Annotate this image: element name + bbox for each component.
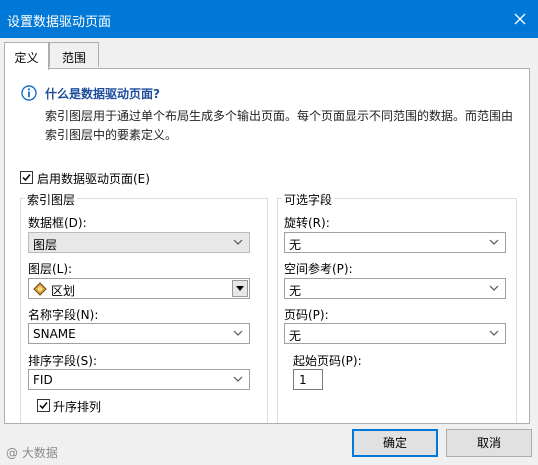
chevron-down-icon xyxy=(489,239,499,245)
name-field-select[interactable]: SNAME xyxy=(28,323,250,344)
ascending-checkbox[interactable] xyxy=(37,399,50,412)
close-button[interactable] xyxy=(502,0,538,38)
tab-label: 范围 xyxy=(61,51,86,65)
data-frame-select[interactable]: 图层 xyxy=(28,232,250,253)
spatial-reference-value: 无 xyxy=(289,284,302,298)
rotation-select[interactable]: 无 xyxy=(284,232,506,253)
spatial-reference-label: 空间参考(P): xyxy=(284,262,353,276)
ascending-label: 升序排列 xyxy=(53,400,102,414)
layer-dropdown-button[interactable] xyxy=(232,280,248,297)
spatial-reference-select[interactable]: 无 xyxy=(284,278,506,299)
data-frame-value: 图层 xyxy=(33,238,58,252)
tab-definition[interactable]: 定义 xyxy=(4,42,49,70)
layer-value: 区划 xyxy=(51,284,76,298)
name-field-label: 名称字段(N): xyxy=(28,308,99,322)
chevron-down-icon xyxy=(489,285,499,291)
info-title: 什么是数据驱动页面? xyxy=(45,87,160,101)
index-layer-group-title: 索引图层 xyxy=(25,191,78,208)
rotation-value: 无 xyxy=(289,238,302,252)
chevron-down-icon xyxy=(233,330,243,336)
page-number-value: 无 xyxy=(289,329,302,343)
checkmark-icon xyxy=(39,402,48,410)
layer-label: 图层(L): xyxy=(28,262,73,276)
optional-fields-group-title: 可选字段 xyxy=(282,191,335,208)
start-page-label: 起始页码(P): xyxy=(293,354,362,368)
page-number-label: 页码(P): xyxy=(284,308,329,322)
title-bar: 设置数据驱动页面 xyxy=(0,0,538,38)
sort-field-label: 排序字段(S): xyxy=(28,354,98,368)
page-number-select[interactable]: 无 xyxy=(284,323,506,344)
tab-label: 定义 xyxy=(14,51,39,65)
chevron-down-icon xyxy=(233,239,243,245)
tab-extent[interactable]: 范围 xyxy=(49,42,99,67)
rotation-label: 旋转(R): xyxy=(284,216,330,230)
cancel-button[interactable]: 取消 xyxy=(446,429,532,457)
info-description: 索引图层用于通过单个布局生成多个输出页面。每个页面显示不同范围的数据。而范围由索… xyxy=(45,109,514,142)
sort-field-select[interactable]: FID xyxy=(28,369,250,390)
tab-strip: 定义 范围 xyxy=(0,42,538,70)
enable-data-driven-pages-checkbox[interactable] xyxy=(20,171,33,184)
definition-panel: 什么是数据驱动页面? 索引图层用于通过单个布局生成多个输出页面。每个页面显示不同… xyxy=(4,68,530,424)
info-icon xyxy=(21,85,37,101)
chevron-down-icon xyxy=(233,376,243,382)
cancel-button-label: 取消 xyxy=(476,436,501,450)
dropdown-arrow-icon xyxy=(236,286,244,291)
checkmark-icon xyxy=(22,174,31,182)
chevron-down-icon xyxy=(489,330,499,336)
watermark-left: @ 大数据 xyxy=(6,446,58,460)
data-frame-label: 数据框(D): xyxy=(28,216,87,230)
polygon-layer-icon xyxy=(33,282,47,296)
start-page-value: 1 xyxy=(299,373,307,387)
ok-button-label: 确定 xyxy=(382,436,407,450)
ok-button[interactable]: 确定 xyxy=(352,429,438,457)
close-icon xyxy=(514,13,526,25)
enable-data-driven-pages-label: 启用数据驱动页面(E) xyxy=(37,172,150,186)
sort-field-value: FID xyxy=(33,373,53,387)
window-title: 设置数据驱动页面 xyxy=(7,15,112,30)
name-field-value: SNAME xyxy=(33,327,76,341)
start-page-input[interactable]: 1 xyxy=(293,369,323,390)
layer-select[interactable]: 区划 xyxy=(28,278,250,299)
